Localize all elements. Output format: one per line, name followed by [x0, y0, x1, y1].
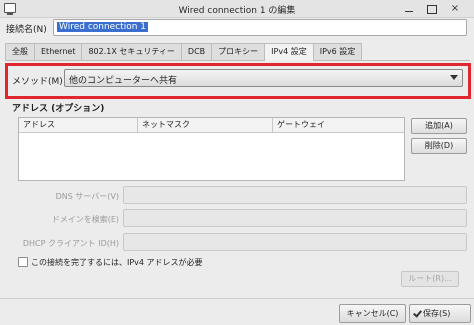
- tab-8021x-security[interactable]: 802.1X セキュリティー: [81, 43, 182, 60]
- save-button[interactable]: 保存(S): [409, 304, 471, 323]
- add-address-button[interactable]: 追加(A): [411, 118, 467, 134]
- chevron-down-icon: [450, 75, 458, 80]
- addresses-table-header: アドレス ネットマスク ゲートウェイ: [19, 118, 404, 133]
- addresses-table[interactable]: アドレス ネットマスク ゲートウェイ: [18, 117, 405, 181]
- bottom-divider: [0, 298, 474, 299]
- delete-address-button[interactable]: 削除(D): [411, 138, 467, 154]
- tab-general[interactable]: 全般: [5, 43, 35, 60]
- save-button-label: 保存(S): [423, 309, 451, 318]
- dhcp-client-id-label: DHCP クライアント ID(H): [22, 239, 119, 248]
- require-ipv4-label[interactable]: この接続を完了するには、IPv4 アドレスが必要: [31, 257, 203, 268]
- tab-ipv4-settings[interactable]: IPv4 設定: [264, 43, 314, 61]
- column-address[interactable]: アドレス: [19, 118, 138, 132]
- tab-dcb[interactable]: DCB: [180, 43, 213, 60]
- tab-ethernet[interactable]: Ethernet: [34, 43, 83, 60]
- connection-name-value: Wired connection 1: [57, 22, 148, 32]
- routes-button[interactable]: ルート(R)...: [401, 271, 459, 287]
- dns-servers-label: DNS サーバー(V): [55, 192, 119, 201]
- require-ipv4-checkbox[interactable]: [18, 257, 28, 267]
- method-dropdown[interactable]: 他のコンピューターへ共有: [64, 69, 463, 87]
- connection-name-input[interactable]: Wired connection 1: [53, 19, 467, 36]
- method-label: メソッド(M): [12, 77, 63, 87]
- tab-proxy[interactable]: プロキシー: [211, 43, 266, 60]
- maximize-icon[interactable]: [424, 2, 438, 16]
- tab-divider: [5, 60, 470, 61]
- minimize-icon[interactable]: [402, 2, 416, 16]
- search-domains-label: ドメインを検索(E): [51, 215, 119, 224]
- search-domains-input[interactable]: [123, 209, 467, 227]
- tab-ipv6-settings[interactable]: IPv6 設定: [312, 43, 363, 60]
- column-gateway[interactable]: ゲートウェイ: [273, 118, 404, 132]
- cancel-button[interactable]: キャンセル(C): [339, 304, 406, 323]
- connection-name-label: 接続名(N): [6, 25, 47, 35]
- column-netmask[interactable]: ネットマスク: [138, 118, 273, 132]
- checkmark-icon: [413, 308, 422, 318]
- settings-tabs: 全般 Ethernet 802.1X セキュリティー DCB プロキシー IPv…: [5, 43, 363, 61]
- dhcp-client-id-input[interactable]: [123, 233, 467, 251]
- window-titlebar: Wired connection 1 の編集 ×: [0, 0, 474, 18]
- close-icon[interactable]: ×: [448, 2, 462, 16]
- dns-servers-input[interactable]: [123, 186, 467, 204]
- addresses-title: アドレス (オプション): [12, 104, 105, 114]
- method-selected-value: 他のコンピューターへ共有: [69, 76, 178, 86]
